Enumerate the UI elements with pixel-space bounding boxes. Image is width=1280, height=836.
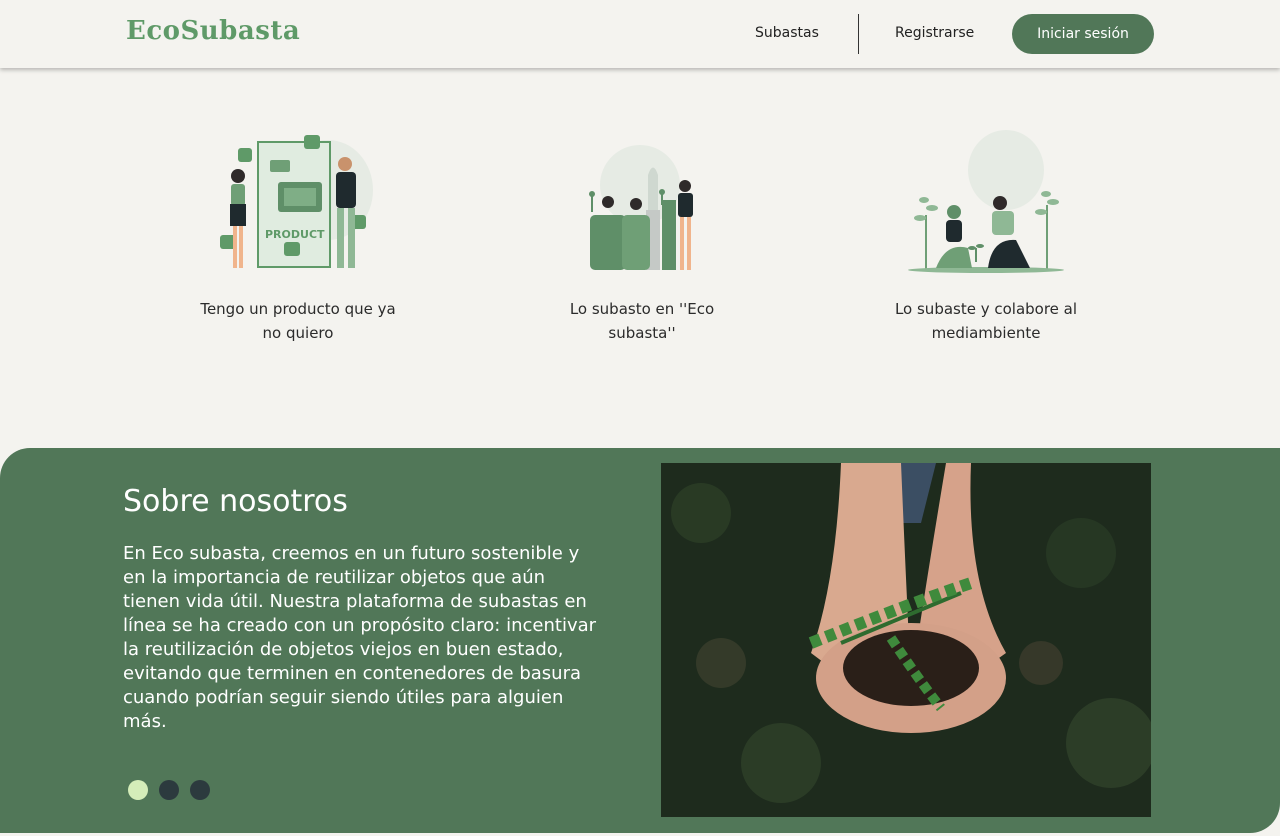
hands-plant-photo xyxy=(661,463,1151,817)
step-auction: Lo subasto en ''Eco subasta'' xyxy=(522,130,762,345)
carousel-dot-1[interactable] xyxy=(128,780,148,800)
environment-illustration xyxy=(908,130,1064,273)
step-text: Tengo un producto que ya no quiero xyxy=(200,300,396,342)
about-title: Sobre nosotros xyxy=(123,484,348,519)
about-section: Sobre nosotros En Eco subasta, creemos e… xyxy=(0,448,1280,833)
step-product: PRODUCT Tengo un producto que ya no quie… xyxy=(178,130,418,345)
auction-illustration xyxy=(589,145,693,270)
carousel-dots xyxy=(128,780,210,800)
logo[interactable]: EcoSubasta xyxy=(126,16,300,46)
step-text: Lo subasto en ''Eco subasta'' xyxy=(569,300,715,342)
nav-link-registrarse[interactable]: Registrarse xyxy=(895,25,974,41)
navbar: EcoSubasta Subastas Registrarse Iniciar … xyxy=(0,0,1280,68)
product-illustration: PRODUCT xyxy=(220,135,373,268)
login-button[interactable]: Iniciar sesión xyxy=(1012,14,1154,54)
product-label: PRODUCT xyxy=(265,228,325,241)
nav-divider xyxy=(858,14,859,54)
about-text: En Eco subasta, creemos en un futuro sos… xyxy=(123,543,597,732)
carousel-dot-2[interactable] xyxy=(159,780,179,800)
step-text: Lo subaste y colabore al mediambiente xyxy=(894,300,1078,342)
step-environment: Lo subaste y colabore al mediambiente xyxy=(866,130,1106,345)
nav-link-subastas[interactable]: Subastas xyxy=(755,25,819,41)
carousel-dot-3[interactable] xyxy=(190,780,210,800)
